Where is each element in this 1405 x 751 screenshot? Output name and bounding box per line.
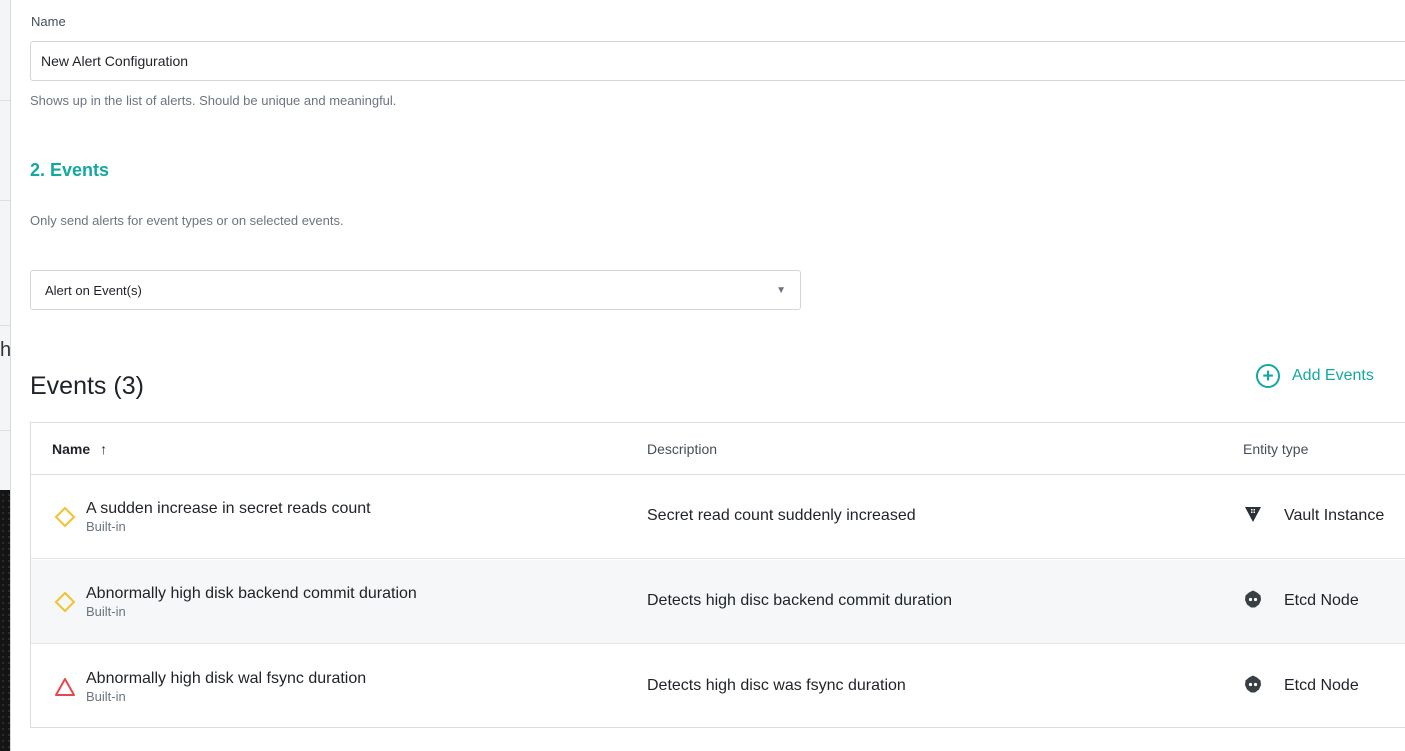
event-source: Built-in <box>86 519 126 534</box>
column-header-entity-type: Entity type <box>1243 441 1309 457</box>
sort-ascending-icon: ↑ <box>100 441 108 457</box>
table-row[interactable]: Abnormally high disk backend commit dura… <box>31 560 1405 644</box>
alert-mode-select-value: Alert on Event(s) <box>45 282 142 298</box>
warning-diamond-icon <box>54 591 76 613</box>
column-header-name-label: Name <box>52 441 91 457</box>
table-row[interactable]: Abnormally high disk wal fsync duration … <box>31 645 1405 729</box>
name-input-value: New Alert Configuration <box>41 53 189 69</box>
column-header-description: Description <box>647 441 718 457</box>
table-header: Name ↑ Description Entity type <box>31 423 1405 475</box>
vault-icon <box>1245 507 1261 522</box>
events-table-heading: Events (3) <box>30 372 144 400</box>
column-header-name[interactable]: Name ↑ <box>52 441 107 457</box>
etcd-icon <box>1245 590 1261 608</box>
critical-triangle-icon <box>55 678 75 696</box>
event-description: Detects high disc was fsync duration <box>647 677 906 694</box>
event-name[interactable]: Abnormally high disk wal fsync duration <box>86 670 366 688</box>
plus-circle-icon: + <box>1256 364 1280 388</box>
event-source: Built-in <box>86 604 126 619</box>
event-name[interactable]: Abnormally high disk backend commit dura… <box>86 585 417 603</box>
name-input[interactable]: New Alert Configuration <box>30 41 1405 81</box>
event-description: Secret read count suddenly increased <box>647 507 916 524</box>
events-table: Name ↑ Description Entity type A sudden i… <box>30 422 1405 728</box>
table-row[interactable]: A sudden increase in secret reads count … <box>31 475 1405 559</box>
entity-type-label: Etcd Node <box>1284 592 1359 609</box>
event-description: Detects high disc backend commit duratio… <box>647 592 953 609</box>
etcd-icon <box>1245 675 1261 693</box>
alert-mode-select[interactable]: Alert on Event(s) ▼ <box>30 270 801 310</box>
name-field-label: Name <box>31 14 66 29</box>
name-helper-text: Shows up in the list of alerts. Should b… <box>30 93 397 108</box>
alert-config-panel: Name New Alert Configuration Shows up in… <box>10 0 1405 751</box>
entity-type-label: Etcd Node <box>1284 677 1359 694</box>
events-section-title: 2. Events <box>30 160 110 180</box>
warning-diamond-icon <box>54 506 76 528</box>
add-events-button[interactable]: + Add Events <box>1256 364 1374 388</box>
events-section-description: Only send alerts for event types or on s… <box>30 213 344 228</box>
add-events-label: Add Events <box>1292 367 1374 384</box>
event-name[interactable]: A sudden increase in secret reads count <box>86 500 371 518</box>
event-source: Built-in <box>86 689 126 704</box>
caret-down-icon: ▼ <box>776 284 786 296</box>
entity-type-label: Vault Instance <box>1284 507 1385 524</box>
